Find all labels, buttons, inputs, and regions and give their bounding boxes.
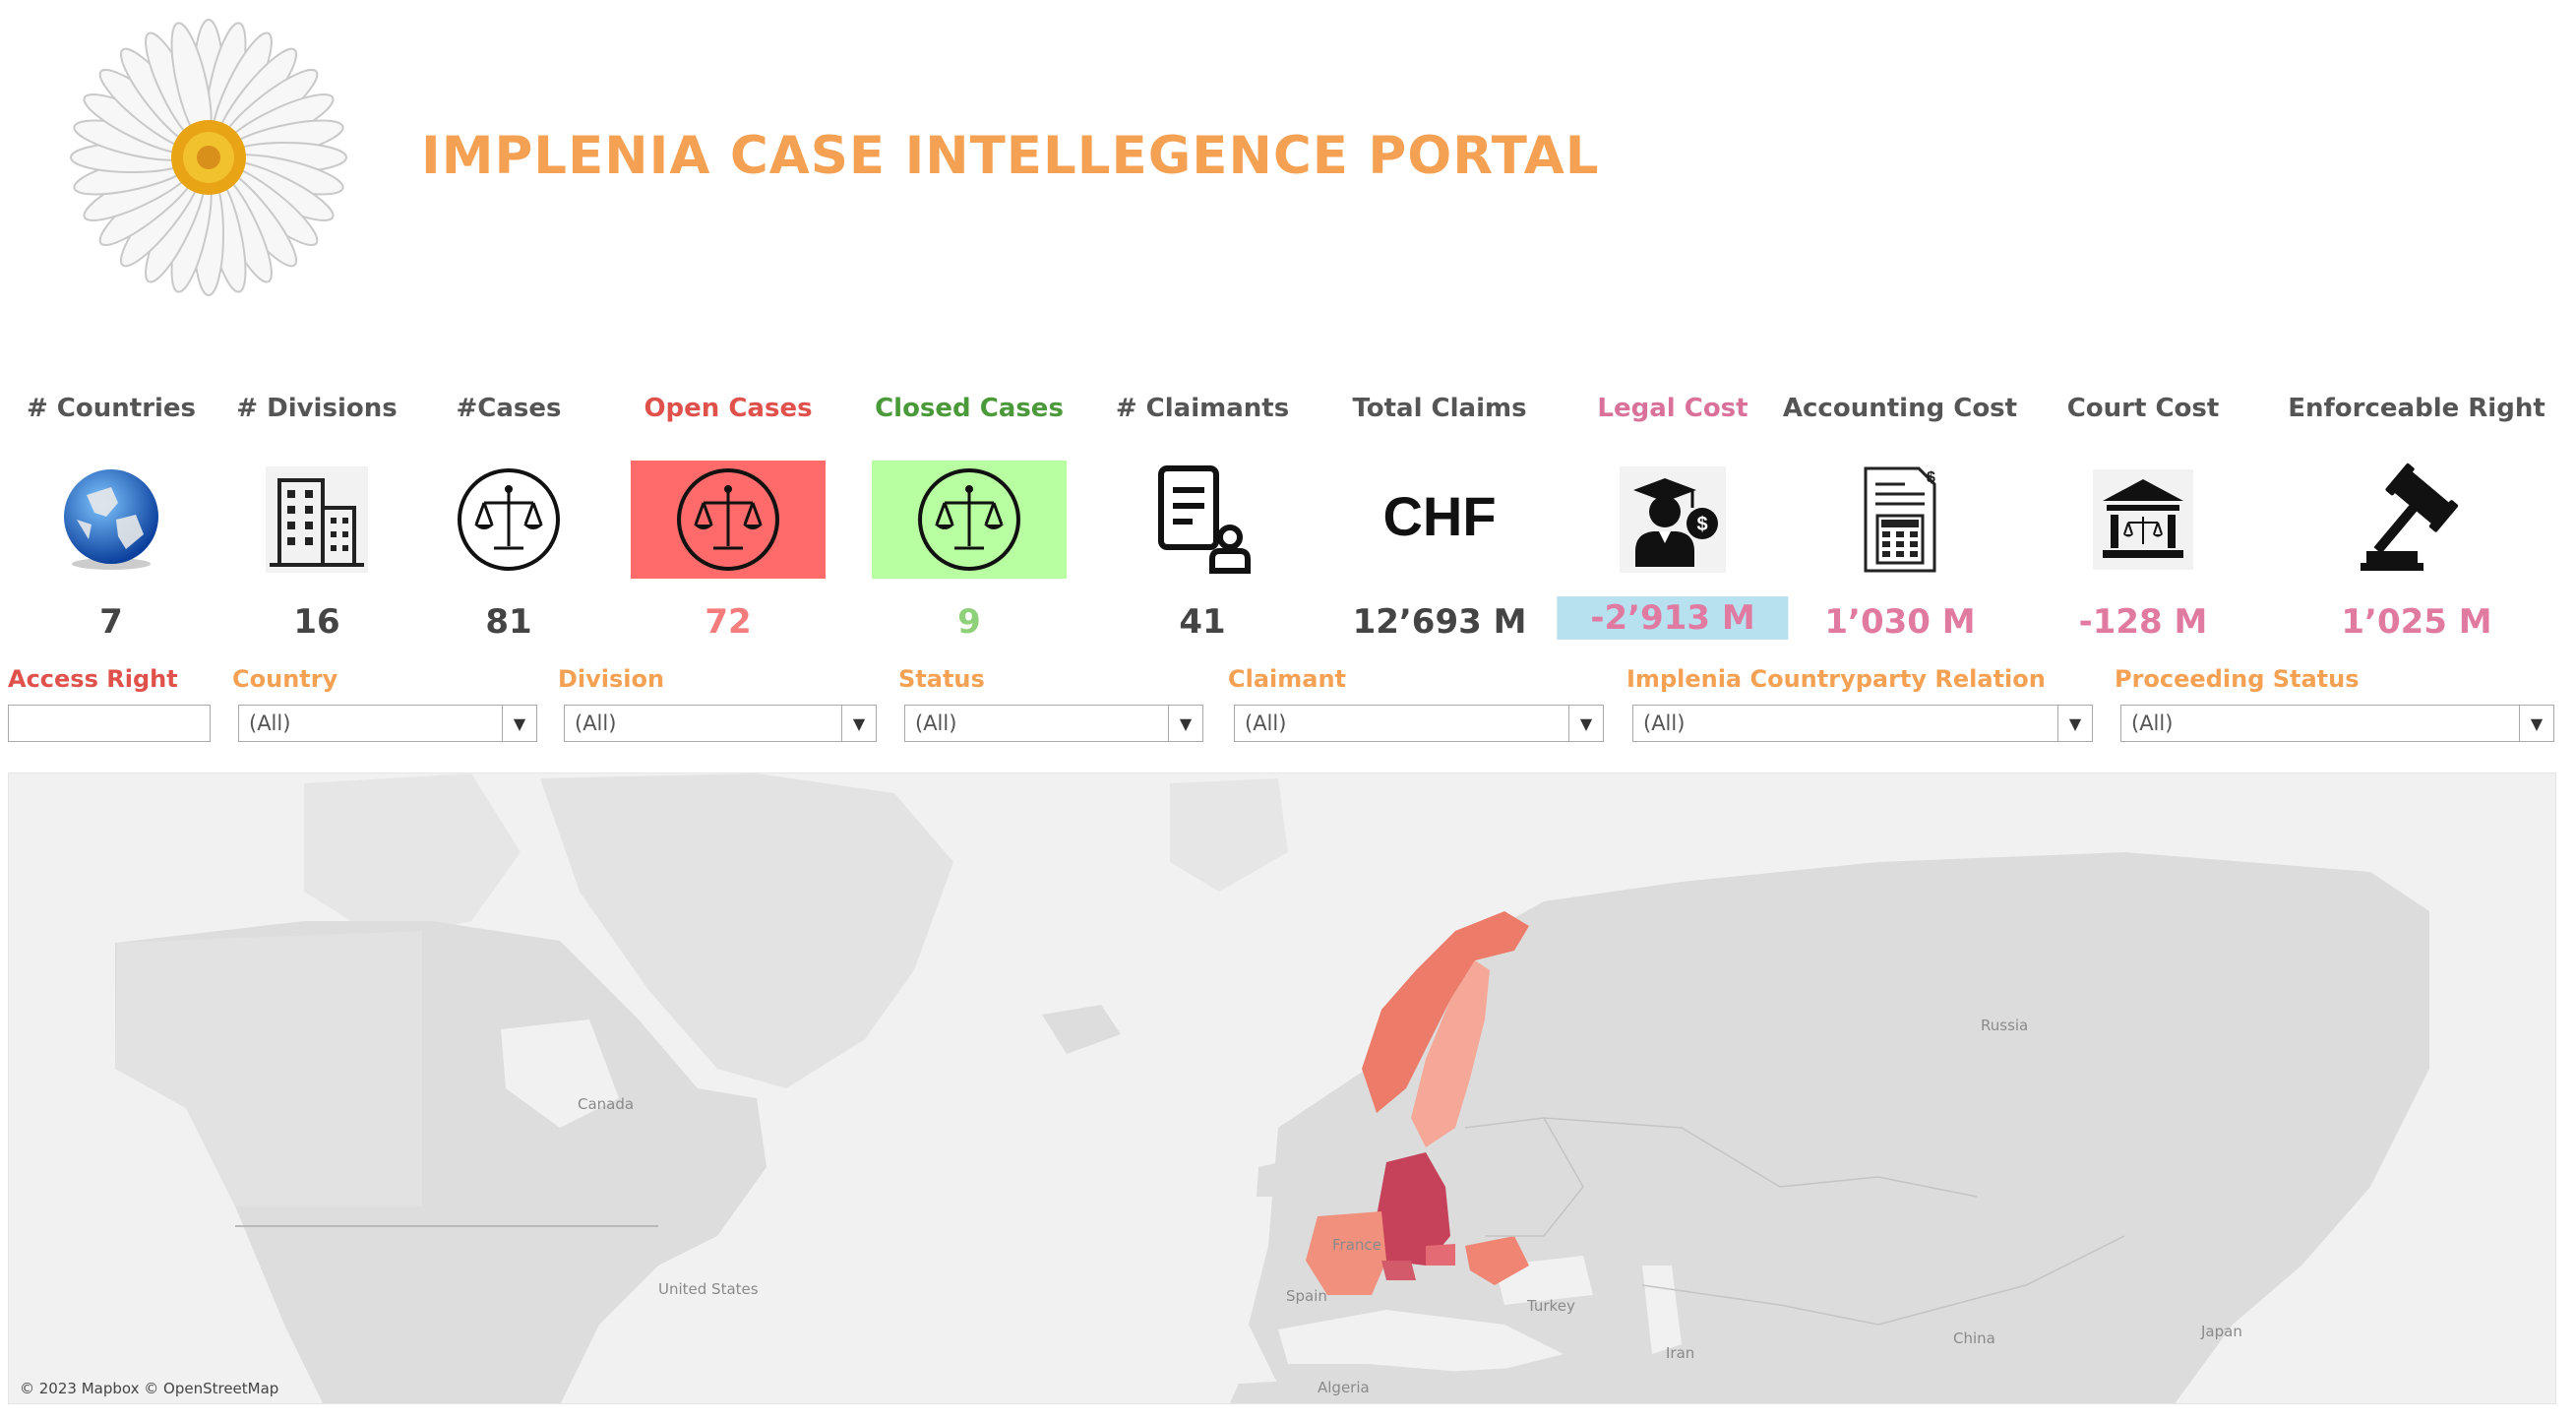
world-map[interactable] (9, 773, 2556, 1404)
scales-icon (872, 461, 1067, 579)
map-region-austria[interactable] (1426, 1244, 1455, 1266)
map-label-spain: Spain (1286, 1287, 1327, 1305)
kpi-label-legal-cost: Legal Cost (1597, 394, 1748, 423)
filter-division-value: (All) (575, 711, 617, 735)
map-label-turkey: Turkey (1527, 1297, 1575, 1315)
filter-implenia-countryparty-relation-value: (All) (1643, 711, 1686, 735)
dropdown-arrow-icon[interactable]: ▼ (841, 706, 876, 741)
svg-text:CHF: CHF (1382, 485, 1496, 547)
filter-status-select[interactable]: (All) ▼ (904, 705, 1203, 742)
invoice-calculator-icon: $ (1803, 461, 1997, 579)
map-label-iran: Iran (1666, 1344, 1695, 1362)
filter-status-value: (All) (915, 711, 957, 735)
filter-proceeding-status-value: (All) (2131, 711, 2174, 735)
kpi-label-claimants: # Claimants (1115, 394, 1290, 423)
kpi-value-claimants: 41 (1179, 602, 1226, 642)
map-label-united-states: United States (658, 1280, 759, 1298)
filter-label-division: Division (558, 665, 665, 693)
svg-text:$: $ (1696, 514, 1707, 535)
filter-country-value: (All) (249, 711, 291, 735)
map-label-russia: Russia (1981, 1017, 2029, 1034)
dropdown-arrow-icon[interactable]: ▼ (2519, 706, 2553, 741)
map-label-algeria: Algeria (1318, 1379, 1370, 1396)
dropdown-arrow-icon[interactable]: ▼ (1168, 706, 1202, 741)
dropdown-arrow-icon[interactable]: ▼ (2057, 706, 2092, 741)
map-label-canada: Canada (578, 1095, 635, 1113)
filter-label-country: Country (232, 665, 338, 693)
lawyer-graduate-icon: $ (1575, 461, 1770, 579)
filter-label-proceeding-status: Proceeding Status (2115, 665, 2360, 693)
filter-division-select[interactable]: (All) ▼ (564, 705, 877, 742)
map-label-japan: Japan (2201, 1323, 2242, 1340)
kpi-label-divisions: # Divisions (236, 394, 398, 423)
daisy-flower-icon (61, 18, 356, 298)
map-label-china: China (1953, 1329, 1995, 1347)
filter-label-claimant: Claimant (1228, 665, 1347, 693)
filter-claimant-value: (All) (1245, 711, 1287, 735)
kpi-value-legal-cost: -2’913 M (1557, 596, 1789, 640)
building-icon (219, 461, 414, 579)
kpi-value-court-cost: -128 M (2078, 602, 2208, 642)
map-region-switzerland[interactable] (1381, 1261, 1416, 1280)
kpi-label-countries: # Countries (26, 394, 197, 423)
dropdown-arrow-icon[interactable]: ▼ (1568, 706, 1603, 741)
scales-icon (631, 461, 826, 579)
kpi-label-open-cases: Open Cases (644, 394, 813, 423)
kpi-value-countries: 7 (99, 602, 123, 642)
kpi-label-cases: #Cases (456, 394, 562, 423)
kpi-value-enforceable-right: 1’025 M (2341, 602, 2492, 642)
kpi-value-cases: 81 (485, 602, 532, 642)
chf-currency-icon: CHF (1342, 461, 1537, 579)
filter-claimant-select[interactable]: (All) ▼ (1234, 705, 1604, 742)
page-title: IMPLENIA CASE INTELLEGENCE PORTAL (421, 126, 1600, 186)
filter-label-implenia-countryparty-relation: Implenia Countryparty Relation (1626, 665, 2046, 693)
kpi-label-court-cost: Court Cost (2066, 394, 2220, 423)
kpi-label-total-claims: Total Claims (1352, 394, 1527, 423)
filter-proceeding-status-select[interactable]: (All) ▼ (2120, 705, 2554, 742)
kpi-value-open-cases: 72 (705, 602, 752, 642)
kpi-value-divisions: 16 (293, 602, 340, 642)
courthouse-icon (2046, 461, 2240, 579)
kpi-value-accounting-cost: 1’030 M (1824, 602, 1976, 642)
filter-label-status: Status (898, 665, 985, 693)
map-attribution[interactable]: © 2023 Mapbox © OpenStreetMap (20, 1380, 278, 1397)
kpi-value-closed-cases: 9 (957, 602, 981, 642)
document-user-icon (1105, 461, 1300, 579)
map-label-france: France (1332, 1236, 1381, 1254)
globe-icon (14, 461, 209, 579)
kpi-label-accounting-cost: Accounting Cost (1782, 394, 2018, 423)
kpi-label-closed-cases: Closed Cases (875, 394, 1064, 423)
filter-label-access-right: Access Right (8, 665, 178, 693)
filter-implenia-countryparty-relation-select[interactable]: (All) ▼ (1632, 705, 2093, 742)
kpi-label-enforceable-right: Enforceable Right (2288, 394, 2545, 423)
dropdown-arrow-icon[interactable]: ▼ (502, 706, 536, 741)
svg-text:$: $ (1927, 469, 1935, 486)
filter-country-select[interactable]: (All) ▼ (238, 705, 537, 742)
filter-access-right-input[interactable] (8, 705, 211, 742)
gavel-icon (2319, 461, 2514, 579)
scales-icon (411, 461, 606, 579)
kpi-value-total-claims: 12’693 M (1352, 602, 1527, 642)
map-panel[interactable]: Canada United States Russia Turkey Spain… (8, 772, 2556, 1404)
